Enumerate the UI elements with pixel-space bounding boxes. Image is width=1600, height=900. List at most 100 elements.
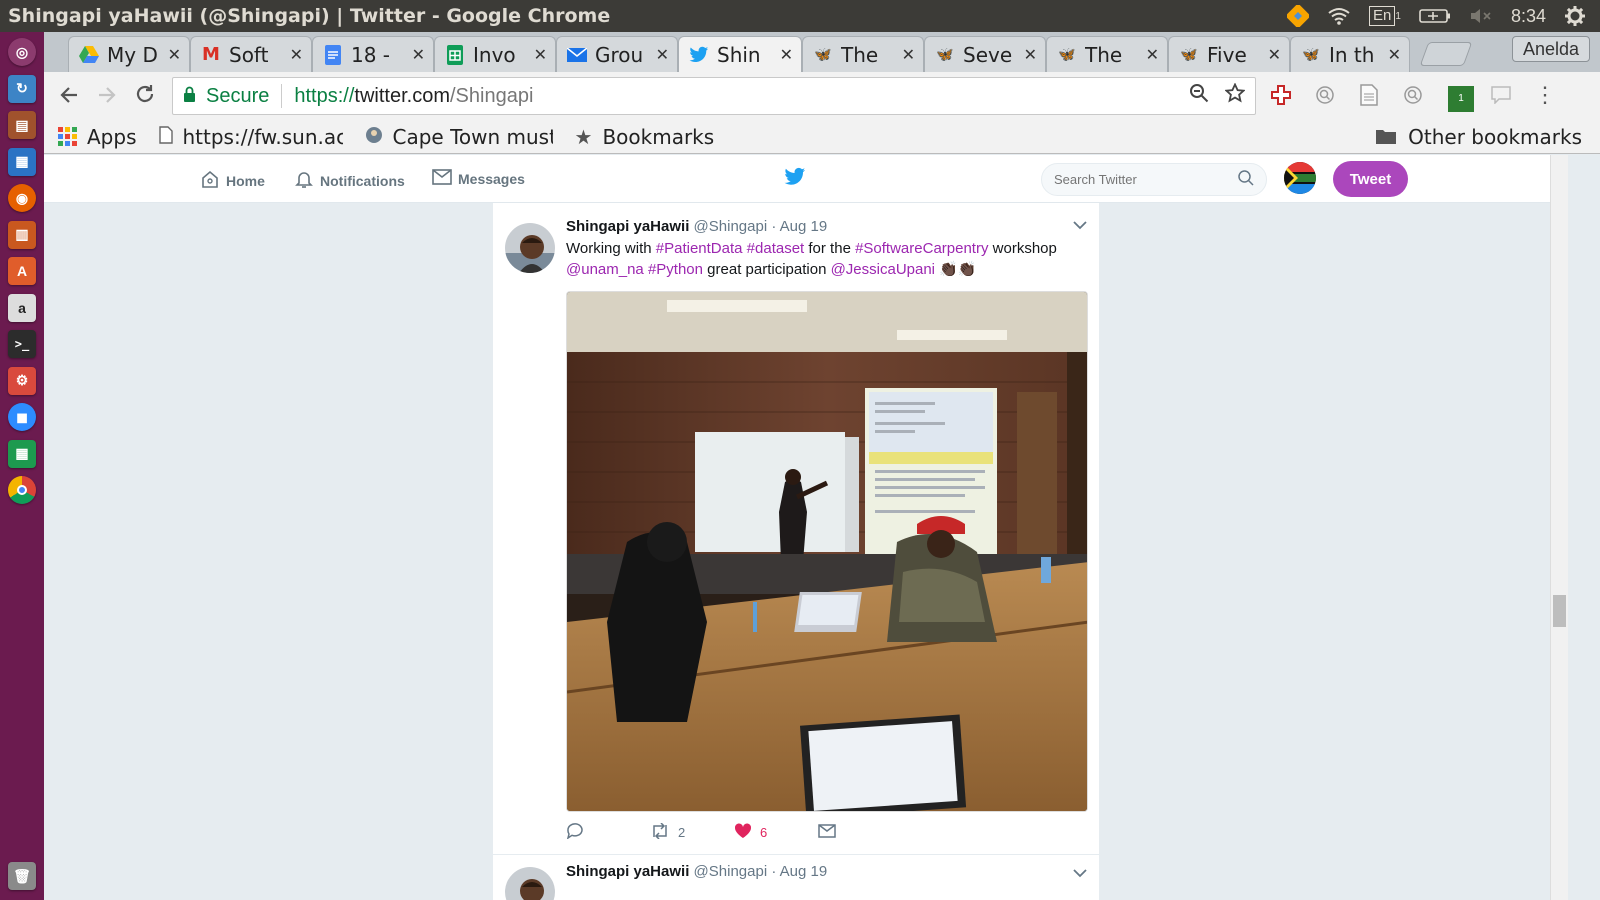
- tweet-author-avatar[interactable]: [505, 867, 555, 900]
- tweet-author-name[interactable]: Shingapi yaHawii: [566, 863, 689, 880]
- impress-icon[interactable]: ▥: [8, 220, 36, 249]
- close-icon[interactable]: ✕: [656, 45, 669, 64]
- tweet-photo[interactable]: [566, 291, 1088, 812]
- keyboard-layout-indicator[interactable]: En 1: [1369, 6, 1401, 26]
- terminal-icon[interactable]: >_: [8, 330, 36, 358]
- search-extension-icon-2[interactable]: [1400, 82, 1426, 108]
- hashtag-link[interactable]: #Python: [648, 261, 703, 278]
- close-icon[interactable]: ✕: [1388, 45, 1401, 64]
- calc-icon[interactable]: ▦: [8, 439, 36, 468]
- tab-google-sheets[interactable]: Invo ✕: [434, 36, 556, 72]
- menu-icon[interactable]: ⋮: [1532, 82, 1558, 108]
- bookmark-fw-sun[interactable]: https://fw.sun.ac: [158, 125, 343, 149]
- retweet-button[interactable]: 2: [650, 822, 734, 842]
- close-icon[interactable]: ✕: [534, 45, 547, 64]
- battery-icon[interactable]: [1419, 8, 1451, 24]
- amazon-icon[interactable]: a: [8, 293, 36, 322]
- reload-button[interactable]: [126, 81, 164, 112]
- clock[interactable]: 8:34: [1511, 6, 1546, 27]
- tab-google-drive[interactable]: My D ✕: [68, 36, 190, 72]
- user-avatar[interactable]: [1284, 162, 1316, 194]
- back-button[interactable]: [50, 81, 88, 112]
- hashtag-link[interactable]: #SoftwareCarpentry: [855, 240, 988, 257]
- mention-link[interactable]: @JessicaUpani: [831, 261, 935, 278]
- tab-twitter-active[interactable]: Shin ✕: [678, 36, 802, 72]
- zoom-icon[interactable]: ◼: [8, 403, 36, 431]
- chevron-down-icon[interactable]: [1073, 217, 1087, 233]
- volume-muted-icon[interactable]: [1469, 7, 1493, 25]
- bitly-extension-icon[interactable]: B1: [1444, 82, 1474, 112]
- close-icon[interactable]: ✕: [902, 45, 915, 64]
- close-icon[interactable]: ✕: [1268, 45, 1281, 64]
- update-icon[interactable]: [1287, 5, 1310, 27]
- profile-button[interactable]: Anelda: [1511, 36, 1590, 62]
- nav-home[interactable]: Home: [200, 169, 265, 192]
- bookmark-bookmarks[interactable]: ★ Bookmarks: [575, 125, 715, 149]
- dash-home-icon[interactable]: ◎: [8, 38, 36, 66]
- tab-google-docs[interactable]: 18 - ✕: [312, 36, 434, 72]
- trash-icon[interactable]: 🗑: [8, 862, 36, 890]
- tab-gmail[interactable]: M Soft ✕: [190, 36, 312, 72]
- like-button[interactable]: 6: [734, 823, 818, 842]
- red-cross-extension-icon[interactable]: [1268, 82, 1294, 108]
- tweet-timestamp[interactable]: Aug 19: [780, 218, 828, 235]
- bookmark-apps[interactable]: Apps: [58, 125, 137, 149]
- tweet-author-avatar[interactable]: [505, 223, 555, 273]
- reply-button[interactable]: [566, 823, 650, 842]
- tweet-timestamp[interactable]: Aug 19: [780, 863, 828, 880]
- files-icon[interactable]: ▤: [8, 111, 36, 139]
- tab-the-2[interactable]: 🦋 The ✕: [1046, 36, 1168, 72]
- tab-five[interactable]: 🦋 Five ✕: [1168, 36, 1290, 72]
- search-extension-icon[interactable]: [1312, 82, 1338, 108]
- close-icon[interactable]: ✕: [168, 45, 181, 64]
- firefox-icon[interactable]: ◉: [8, 184, 36, 212]
- writer-icon[interactable]: ▦: [8, 147, 36, 176]
- update-manager-icon[interactable]: ↻: [8, 74, 36, 103]
- scrollbar-thumb[interactable]: [1553, 595, 1566, 627]
- system-settings-icon[interactable]: ⚙: [8, 366, 36, 395]
- tweet[interactable]: Shingapi yaHawii @Shingapi · Aug 19: [493, 855, 1099, 900]
- like-count: 6: [760, 825, 768, 840]
- document-extension-icon[interactable]: [1356, 82, 1382, 108]
- tweet-author-name[interactable]: Shingapi yaHawii: [566, 218, 689, 235]
- tab-the-1[interactable]: 🦋 The ✕: [802, 36, 924, 72]
- tweet-author-handle[interactable]: @Shingapi: [694, 218, 768, 235]
- close-icon[interactable]: ✕: [780, 45, 793, 64]
- url-text[interactable]: https://twitter.com/Shingapi: [294, 85, 533, 108]
- bookmark-star-icon[interactable]: [1224, 82, 1246, 109]
- close-icon[interactable]: ✕: [412, 45, 425, 64]
- search-icon[interactable]: [1238, 170, 1254, 189]
- mention-link[interactable]: @unam_na: [566, 261, 644, 278]
- page-scrollbar[interactable]: [1550, 155, 1568, 900]
- tweet[interactable]: Shingapi yaHawii @Shingapi · Aug 19 Work…: [493, 203, 1099, 855]
- hashtag-link[interactable]: #dataset: [747, 240, 805, 257]
- other-bookmarks[interactable]: Other bookmarks: [1376, 125, 1582, 149]
- nav-notifications[interactable]: Notifications: [294, 169, 405, 192]
- tab-groups-mail[interactable]: Grou ✕: [556, 36, 678, 72]
- chrome-icon[interactable]: [8, 476, 36, 504]
- zoom-icon[interactable]: [1189, 83, 1209, 109]
- tweet-timeline: Shingapi yaHawii @Shingapi · Aug 19 Work…: [493, 203, 1099, 900]
- tab-in-th[interactable]: 🦋 In th ✕: [1290, 36, 1410, 72]
- chevron-down-icon[interactable]: [1073, 865, 1087, 881]
- hashtag-link[interactable]: #PatientData: [656, 240, 743, 257]
- tweet-button[interactable]: Tweet: [1333, 161, 1408, 197]
- settings-gear-icon[interactable]: [1564, 5, 1586, 27]
- direct-message-button[interactable]: [818, 824, 836, 841]
- address-bar[interactable]: Secure https://twitter.com/Shingapi: [172, 77, 1256, 115]
- butterfly-icon: 🦋: [1302, 46, 1320, 63]
- tab-seve[interactable]: 🦋 Seve ✕: [924, 36, 1046, 72]
- wifi-icon[interactable]: [1327, 7, 1351, 25]
- nav-messages[interactable]: Messages: [432, 169, 525, 188]
- forward-button[interactable]: [88, 81, 126, 112]
- close-icon[interactable]: ✕: [1024, 45, 1037, 64]
- chat-extension-icon[interactable]: [1488, 82, 1514, 108]
- bookmark-cape-town[interactable]: Cape Town must: [365, 125, 553, 149]
- close-icon[interactable]: ✕: [290, 45, 303, 64]
- close-icon[interactable]: ✕: [1146, 45, 1159, 64]
- twitter-bird-logo[interactable]: [784, 167, 806, 192]
- new-tab-button[interactable]: [1419, 42, 1473, 66]
- tweet-author-handle[interactable]: @Shingapi: [694, 863, 768, 880]
- search-input[interactable]: [1054, 172, 1238, 187]
- software-center-icon[interactable]: A: [8, 257, 36, 285]
